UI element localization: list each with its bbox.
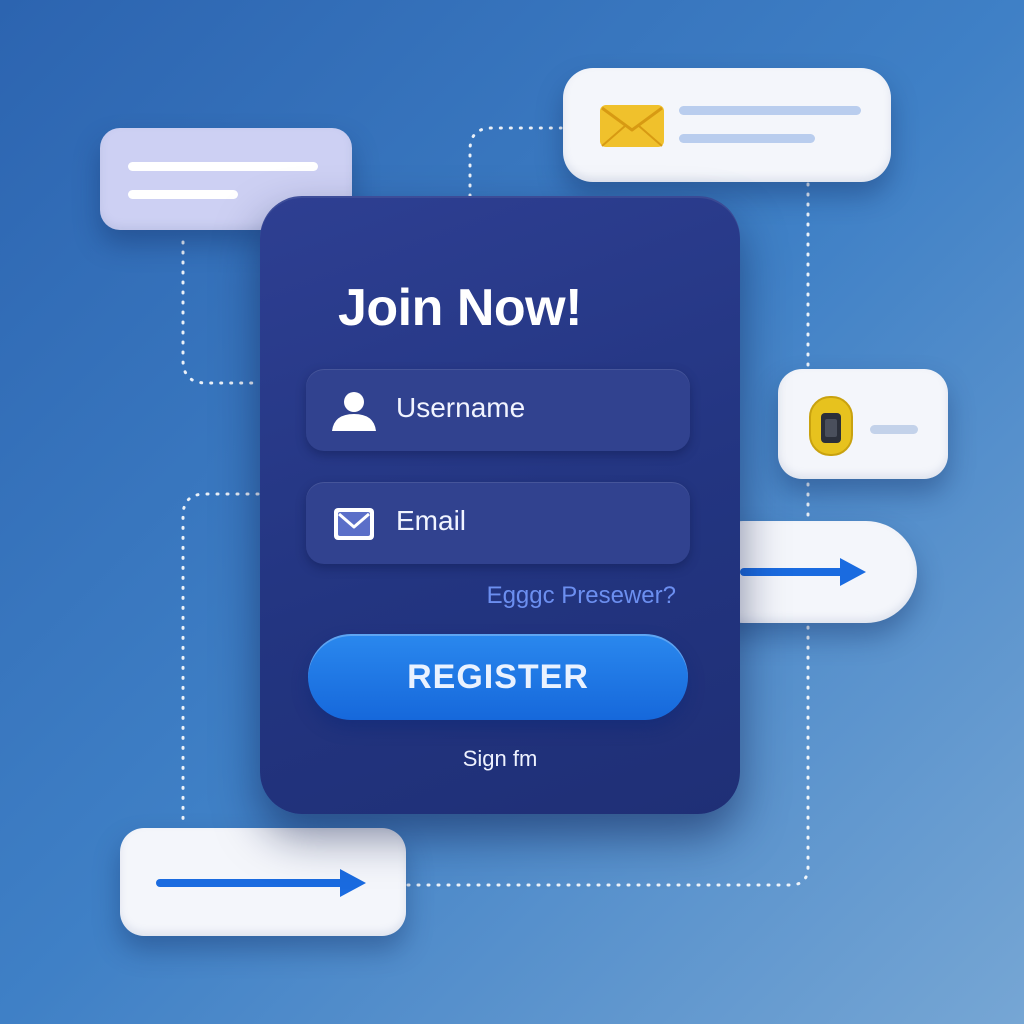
registration-form-card: Join Now! Username Email Egggc Presewer?… [260, 196, 740, 814]
connector-form-to-bottom-card [181, 492, 260, 828]
user-icon [332, 392, 376, 431]
message-line-short [128, 190, 238, 199]
mail-line-short [679, 134, 815, 143]
mail-icon [600, 105, 664, 147]
arrow-right-icon [156, 869, 366, 897]
lock-icon [809, 396, 853, 456]
message-line-long [128, 162, 318, 171]
form-title: Join Now! [338, 279, 582, 337]
email-placeholder: Email [396, 505, 467, 536]
continue-arrow-card[interactable] [120, 828, 406, 936]
register-button[interactable]: REGISTER [308, 634, 688, 720]
connector-form-to-mail [468, 126, 563, 198]
mail-line-long [679, 106, 861, 115]
lock-line [870, 425, 918, 434]
email-field[interactable]: Email [306, 482, 690, 564]
arrow-right-icon [740, 558, 866, 586]
envelope-icon [334, 508, 374, 540]
mail-notification-card [563, 68, 891, 182]
username-placeholder: Username [396, 392, 526, 423]
lock-card [778, 369, 948, 479]
username-field[interactable]: Username [306, 369, 690, 451]
sign-in-link[interactable]: Sign fm [260, 746, 740, 772]
connector-message-to-form [181, 240, 260, 385]
forgot-password-link[interactable]: Egggc Presewer? [487, 582, 676, 610]
